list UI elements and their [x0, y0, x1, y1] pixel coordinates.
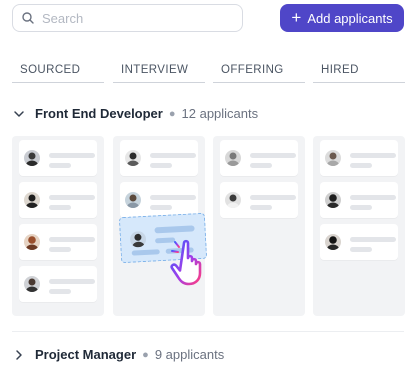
tab-sourced[interactable]: SOURCED — [12, 64, 104, 83]
placeholder-line — [350, 247, 372, 252]
applicant-card[interactable] — [19, 182, 97, 218]
search-icon — [22, 12, 34, 24]
column-hired — [313, 136, 405, 316]
placeholder-line — [49, 195, 95, 200]
placeholder-line — [49, 237, 95, 242]
applicant-card[interactable] — [19, 224, 97, 260]
tab-hired[interactable]: HIRED — [313, 64, 405, 83]
placeholder-line — [350, 237, 396, 242]
applicant-card[interactable] — [19, 140, 97, 176]
group-count: 9 applicants — [154, 347, 225, 362]
chevron-right-icon — [16, 349, 22, 360]
avatar — [129, 230, 147, 248]
avatar — [125, 150, 141, 166]
applicant-card[interactable] — [320, 140, 398, 176]
tab-offering[interactable]: OFFERING — [213, 64, 305, 83]
add-applicants-label: Add applicants — [307, 10, 393, 26]
placeholder-line — [150, 163, 172, 168]
tab-interview[interactable]: INTERVIEW — [113, 64, 205, 83]
group-header-project-manager[interactable]: Project Manager ● 9 applicants — [12, 347, 224, 362]
chevron-down-icon — [14, 110, 24, 117]
placeholder-line — [250, 153, 296, 158]
separator-dot: ● — [142, 348, 149, 361]
avatar — [24, 276, 40, 292]
group-title: Front End Developer — [35, 106, 163, 121]
applicant-card[interactable] — [220, 140, 298, 176]
applicant-card[interactable] — [120, 182, 198, 218]
placeholder-line — [49, 153, 95, 158]
applicant-card[interactable] — [320, 182, 398, 218]
placeholder-line — [154, 225, 195, 234]
hand-pointer-icon — [170, 239, 202, 286]
placeholder-line — [49, 205, 71, 210]
avatar — [24, 192, 40, 208]
divider — [12, 331, 404, 332]
column-sourced — [12, 136, 104, 316]
search-box[interactable] — [12, 4, 243, 32]
add-applicants-button[interactable]: + Add applicants — [280, 4, 404, 32]
applicant-card[interactable] — [220, 182, 298, 218]
placeholder-line — [49, 163, 71, 168]
placeholder-line — [49, 279, 95, 284]
placeholder-line — [250, 205, 272, 210]
separator-dot: ● — [168, 107, 176, 120]
placeholder-line — [150, 153, 196, 158]
placeholder-line — [150, 205, 172, 210]
placeholder-line — [49, 247, 71, 252]
placeholder-line — [350, 153, 396, 158]
column-offering — [213, 136, 305, 316]
placeholder-line — [350, 205, 372, 210]
plus-icon: + — [291, 8, 302, 27]
applicant-card[interactable] — [120, 140, 198, 176]
avatar — [325, 150, 341, 166]
placeholder-line — [131, 249, 160, 256]
group-title: Project Manager — [35, 347, 137, 362]
placeholder-line — [150, 195, 196, 200]
placeholder-line — [49, 289, 71, 294]
avatar — [225, 192, 241, 208]
avatar — [125, 192, 141, 208]
search-input[interactable] — [40, 9, 224, 27]
avatar — [325, 192, 341, 208]
applicant-card[interactable] — [320, 224, 398, 260]
placeholder-line — [350, 163, 372, 168]
avatar — [225, 150, 241, 166]
applicant-card[interactable] — [19, 266, 97, 302]
group-count: 12 applicants — [181, 106, 259, 121]
group-header-front-end-developer[interactable]: Front End Developer ● 12 applicants — [12, 106, 258, 121]
placeholder-line — [350, 195, 396, 200]
avatar — [24, 150, 40, 166]
avatar — [325, 234, 341, 250]
placeholder-line — [250, 163, 272, 168]
placeholder-line — [250, 195, 296, 200]
avatar — [24, 234, 40, 250]
